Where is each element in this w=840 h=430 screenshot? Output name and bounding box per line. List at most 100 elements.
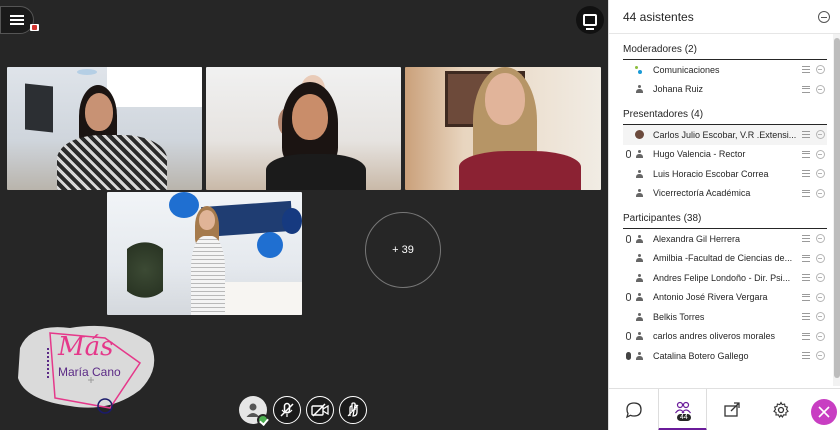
mic-icon [625,332,631,341]
attendee-row[interactable]: Antonio José Rivera Vergara [623,288,827,308]
gear-icon [772,401,789,419]
minus-circle-icon [815,130,825,140]
avatar [633,332,645,341]
attendee-menu-button[interactable] [799,274,813,282]
attendee-menu-button[interactable] [799,66,813,74]
list-menu-icon [802,85,810,93]
attendee-row[interactable]: Andres Felipe Londoño - Dir. Psi... [623,268,827,288]
attendee-row[interactable]: Comunicaciones [623,60,827,80]
attendee-remove-button[interactable] [813,292,827,302]
participant-video [57,85,187,190]
minus-circle-icon [815,292,825,302]
attendee-row[interactable]: Amilbia -Facultad de Ciencias de... [623,249,827,269]
attendee-remove-button[interactable] [813,188,827,198]
attendee-remove-button[interactable] [813,351,827,361]
attendee-remove-button[interactable] [813,253,827,263]
close-icon [818,406,830,418]
minus-circle-icon [815,84,825,94]
video-background-tv [25,83,53,133]
attendee-menu-button[interactable] [799,150,813,158]
attendee-remove-button[interactable] [813,169,827,179]
attendee-row[interactable]: Carlos Julio Escobar, V.R .Extensi... [623,125,827,145]
attendee-row[interactable]: Hugo Valencia - Rector [623,145,827,165]
video-stage: + 39 Más María Cano [0,0,608,430]
raise-hand-button[interactable] [339,396,367,424]
attendee-menu-button[interactable] [799,352,813,360]
attendee-menu-button[interactable] [799,254,813,262]
panel-header: 44 asistentes [609,0,840,34]
attendee-menu-button[interactable] [799,235,813,243]
camera-toggle-button[interactable] [306,396,334,424]
attendee-menu-button[interactable] [799,131,813,139]
mic-status [623,307,633,326]
attendee-row[interactable]: Catalina Botero Gallego [623,346,827,366]
session-menu-button[interactable] [0,6,34,34]
avatar [633,293,645,302]
attendee-row[interactable]: Alexandra Gil Herrera [623,229,827,249]
attendee-row[interactable]: carlos andres oliveros morales [623,327,827,347]
user-icon [635,234,643,243]
avatar [633,351,645,360]
close-panel-button[interactable] [811,399,837,425]
minus-circle-icon [815,312,825,322]
microphone-toggle-button[interactable] [273,396,301,424]
share-icon [723,402,740,417]
attendee-menu-button[interactable] [799,313,813,321]
user-icon [635,293,643,302]
video-tile[interactable] [7,67,202,190]
tab-attendees[interactable]: 44 [658,389,707,430]
attendee-remove-button[interactable] [813,130,827,140]
user-icon [635,332,643,341]
mic-status [623,164,633,183]
hand-raise-icon [347,402,359,417]
attendees-scrollbar[interactable] [833,34,840,386]
tab-share[interactable] [707,389,756,430]
avatar [633,312,645,321]
list-menu-icon [802,332,810,340]
participant-video [189,206,229,315]
mic-status [623,346,633,365]
avatar [633,169,645,178]
attendee-row[interactable]: Johana Ruiz [623,80,827,100]
more-participants-indicator[interactable]: + 39 [365,212,441,288]
attendee-name: Antonio José Rivera Vergara [653,292,768,303]
avatar [633,189,645,198]
attendee-menu-button[interactable] [799,293,813,301]
attendee-remove-button[interactable] [813,234,827,244]
tab-settings[interactable] [756,389,805,430]
avatar [633,65,645,74]
video-background-plant [127,242,163,312]
mic-status [623,327,633,346]
attendee-row[interactable]: Belkis Torres [623,307,827,327]
collapse-panel-icon[interactable] [818,10,830,23]
attendee-menu-button[interactable] [799,189,813,197]
video-tile[interactable] [405,67,601,190]
attendee-remove-button[interactable] [813,312,827,322]
tab-chat[interactable] [609,389,658,430]
attendee-remove-button[interactable] [813,331,827,341]
attendee-row[interactable]: Vicerrectoría Académica [623,184,827,204]
attendee-remove-button[interactable] [813,84,827,94]
mic-status [623,80,633,99]
mic-status [623,268,633,287]
attendee-menu-button[interactable] [799,170,813,178]
attendee-remove-button[interactable] [813,149,827,159]
video-tile[interactable] [206,67,401,190]
mic-status [623,288,633,307]
scrollbar-thumb[interactable] [834,38,840,378]
attendee-menu-button[interactable] [799,85,813,93]
attendee-name: Vicerrectoría Académica [653,188,751,199]
attendee-menu-button[interactable] [799,332,813,340]
attendee-remove-button[interactable] [813,65,827,75]
video-tile[interactable] [107,192,302,315]
mic-status [623,249,633,268]
layout-toggle-button[interactable] [576,6,604,34]
list-menu-icon [802,293,810,301]
attendee-remove-button[interactable] [813,273,827,283]
attendees-list[interactable]: Moderadores (2) Comunicaciones Johana Ruiz… [609,34,833,386]
list-menu-icon [802,131,810,139]
attendee-row[interactable]: Luis Horacio Escobar Correa [623,164,827,184]
mic-icon [625,150,631,159]
attendee-name: carlos andres oliveros morales [653,331,776,342]
user-icon [635,273,643,282]
